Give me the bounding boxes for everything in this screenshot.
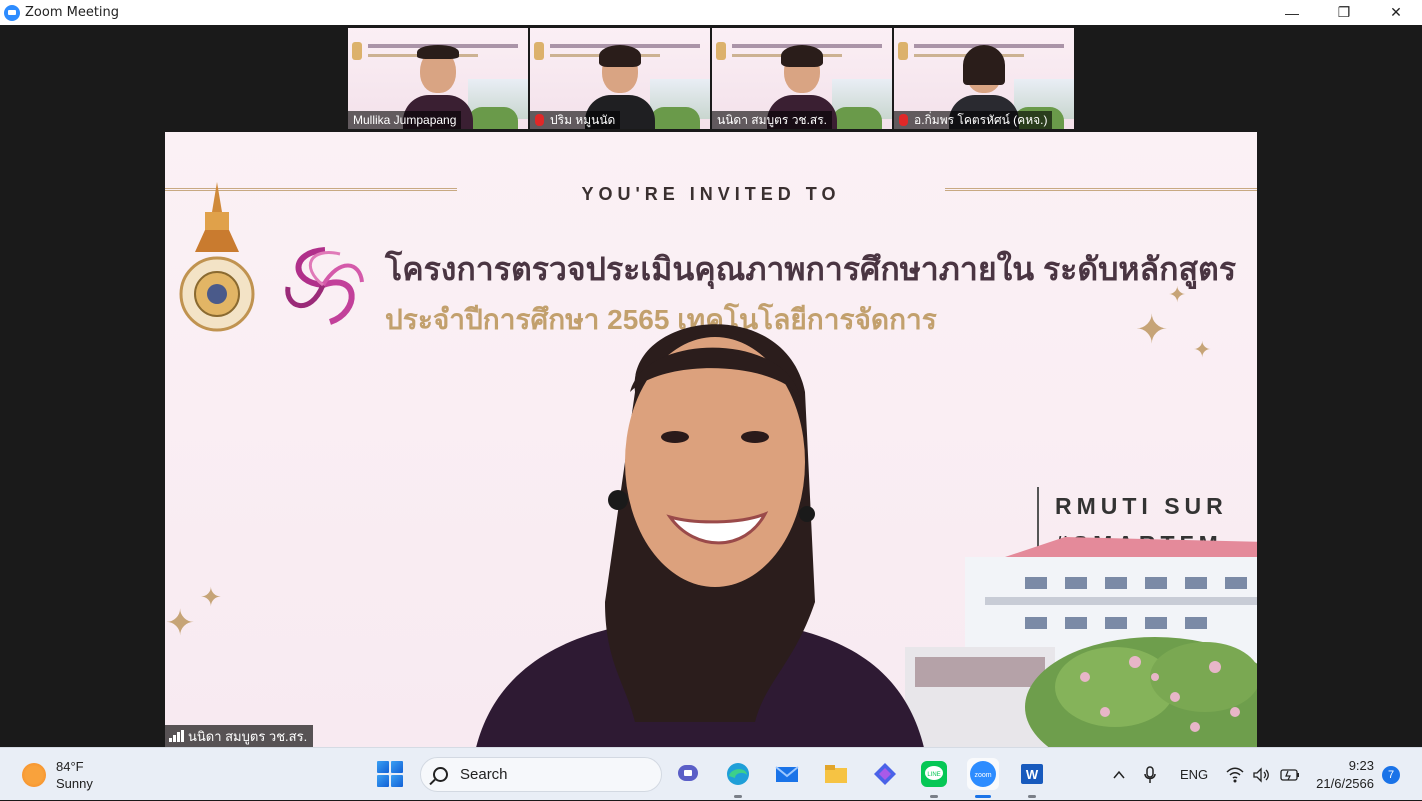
search-label: Search: [460, 766, 508, 783]
wifi-icon[interactable]: [1226, 748, 1244, 801]
windows-start-icon[interactable]: [377, 761, 403, 787]
campus-building-image: [905, 537, 1257, 747]
presenter-video: [476, 324, 924, 747]
svg-text:zoom: zoom: [974, 772, 991, 779]
weather-widget[interactable]: 84°F Sunny: [22, 758, 93, 792]
slide-tagline-1: RMUTI SUR: [1055, 493, 1228, 519]
notification-badge[interactable]: 7: [1382, 766, 1400, 784]
microphone-icon[interactable]: [1143, 748, 1157, 801]
sparkle-icon: ✦: [1168, 282, 1187, 307]
title-bar: Zoom Meeting — ❐ ✕: [0, 0, 1422, 25]
participant-name: Mullika Jumpapang: [353, 113, 457, 127]
weather-temperature: 84°F: [56, 759, 84, 774]
mini-tree: [650, 107, 700, 129]
participant-tile[interactable]: ปริม หมูนนัด: [530, 28, 710, 129]
svg-text:LINE: LINE: [927, 772, 940, 778]
system-clock[interactable]: 9:23 21/6/2566: [1316, 757, 1374, 793]
zoom-app-icon[interactable]: zoom: [967, 758, 999, 798]
speaker-name-tag: นนิดา สมบูตร วช.สร.: [165, 725, 314, 747]
word-app-icon[interactable]: W: [1016, 758, 1048, 798]
participant-name-tag: อ.กิ่มพร โคตรหัศน์ (คหจ.): [894, 111, 1053, 129]
clock-date: 21/6/2566: [1316, 776, 1374, 791]
mini-seal-icon: [352, 42, 362, 60]
speaker-name: นนิดา สมบูตร วช.สร.: [188, 728, 308, 744]
battery-icon[interactable]: [1280, 748, 1300, 801]
participant-name-tag: Mullika Jumpapang: [348, 111, 462, 129]
mic-muted-icon: [899, 114, 908, 126]
mic-muted-icon: [535, 114, 544, 126]
file-explorer-icon[interactable]: [820, 758, 852, 790]
mini-seal-icon: [534, 42, 544, 60]
clock-time: 9:23: [1348, 758, 1374, 773]
weather-description: Sunny: [56, 776, 93, 791]
copilot-icon[interactable]: [869, 758, 901, 790]
participant-name: นนิดา สมบูตร วช.สร.: [717, 112, 828, 127]
meeting-area: Mullika Jumpapang ปริม หมูนนัด นนิดา สมบ…: [0, 25, 1422, 747]
restore-button[interactable]: ❐: [1318, 0, 1370, 25]
participant-tile[interactable]: นนิดา สมบูตร วช.สร.: [712, 28, 892, 129]
teams-chat-icon[interactable]: [673, 758, 705, 790]
sun-icon: [22, 763, 46, 787]
swirl-logo-icon: [285, 247, 364, 325]
university-seal-icon: [179, 182, 255, 332]
minimize-button[interactable]: —: [1266, 0, 1318, 25]
slide-invited-text: YOU'RE INVITED TO: [581, 184, 841, 204]
participant-name-tag: ปริม หมูนนัด: [530, 111, 621, 129]
connection-signal-icon: [169, 730, 184, 742]
participant-tile[interactable]: อ.กิ่มพร โคตรหัศน์ (คหจ.): [894, 28, 1074, 129]
edge-browser-icon[interactable]: [722, 758, 754, 798]
participant-name: ปริม หมูนนัด: [550, 112, 616, 127]
sparkle-icon: ✦: [200, 582, 222, 612]
mail-icon[interactable]: [771, 758, 803, 790]
window-title: Zoom Meeting: [25, 5, 120, 20]
zoom-logo-icon: [4, 4, 20, 21]
slide-title: โครงการตรวจประเมินคุณภาพการศึกษาภายใน ระ…: [385, 251, 1236, 287]
participant-tile[interactable]: Mullika Jumpapang: [348, 28, 528, 129]
close-button[interactable]: ✕: [1370, 0, 1422, 25]
windows-taskbar: 84°F Sunny Search LINE zoom W ENG 9:23 2…: [0, 747, 1422, 800]
window-controls: — ❐ ✕: [1266, 0, 1422, 25]
participant-strip: Mullika Jumpapang ปริม หมูนนัด นนิดา สมบ…: [348, 28, 1074, 129]
taskbar-search[interactable]: Search: [420, 757, 662, 792]
participant-name: อ.กิ่มพร โคตรหัศน์ (คหจ.): [914, 112, 1048, 127]
sparkle-icon: ✦: [165, 602, 196, 643]
mini-seal-icon: [716, 42, 726, 60]
input-language[interactable]: ENG: [1180, 748, 1208, 801]
mini-seal-icon: [898, 42, 908, 60]
mini-tree: [832, 107, 882, 129]
sparkle-icon: ✦: [1135, 308, 1169, 352]
volume-icon[interactable]: [1252, 748, 1270, 801]
mini-tree: [468, 107, 518, 129]
svg-text:W: W: [1026, 767, 1039, 782]
active-speaker-view[interactable]: YOU'RE INVITED TO โครงการตรวจประเมินคุณภ…: [165, 132, 1257, 747]
tray-overflow-icon[interactable]: [1112, 748, 1126, 801]
search-icon: [433, 767, 448, 782]
participant-name-tag: นนิดา สมบูตร วช.สร.: [712, 111, 833, 129]
line-app-icon[interactable]: LINE: [918, 758, 950, 798]
sparkle-icon: ✦: [1193, 337, 1212, 362]
